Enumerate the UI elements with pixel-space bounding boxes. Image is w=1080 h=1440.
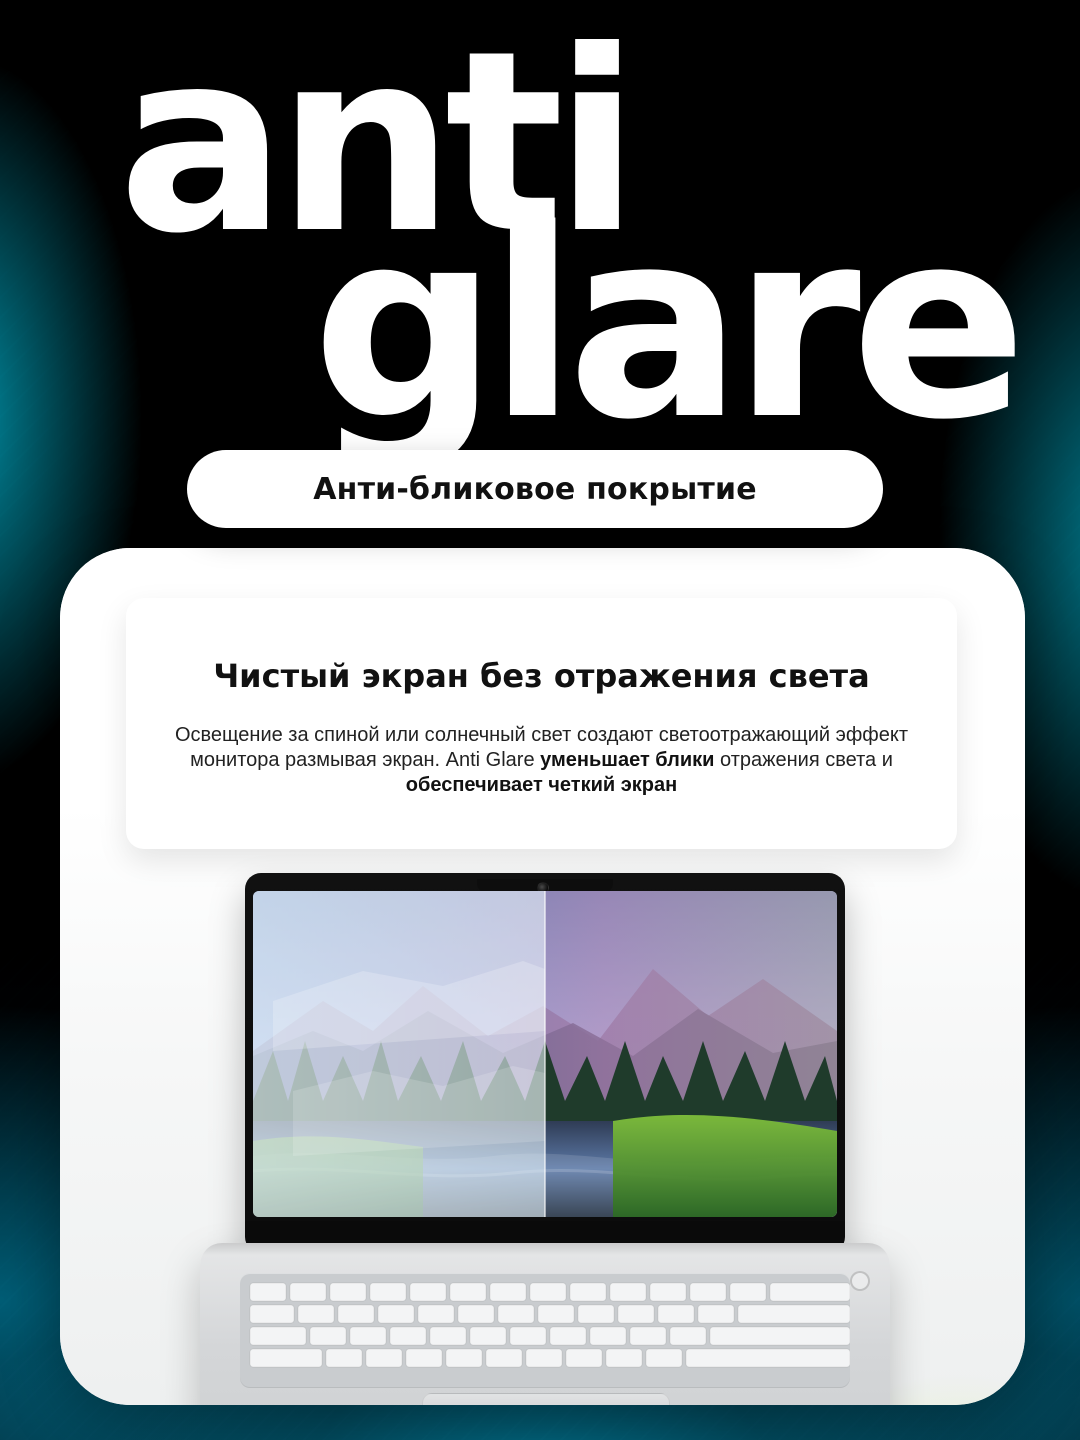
info-card-title: Чистый экран без отражения света [213,657,870,695]
main-card: Чистый экран без отражения света Освещен… [60,548,1025,1405]
subtitle-pill-label: Анти-бликовое покрытие [313,471,757,507]
info-card: Чистый экран без отражения света Освещен… [126,598,957,849]
subtitle-pill: Анти-бликовое покрытие [187,450,883,528]
info-card-body-strong-1: уменьшает блики [540,749,715,771]
info-card-body: Освещение за спиной или солнечный свет с… [166,723,917,798]
info-card-body-strong-2: обеспечивает четкий экран [405,774,678,796]
info-card-body-text-2: отражения света и [714,749,893,771]
